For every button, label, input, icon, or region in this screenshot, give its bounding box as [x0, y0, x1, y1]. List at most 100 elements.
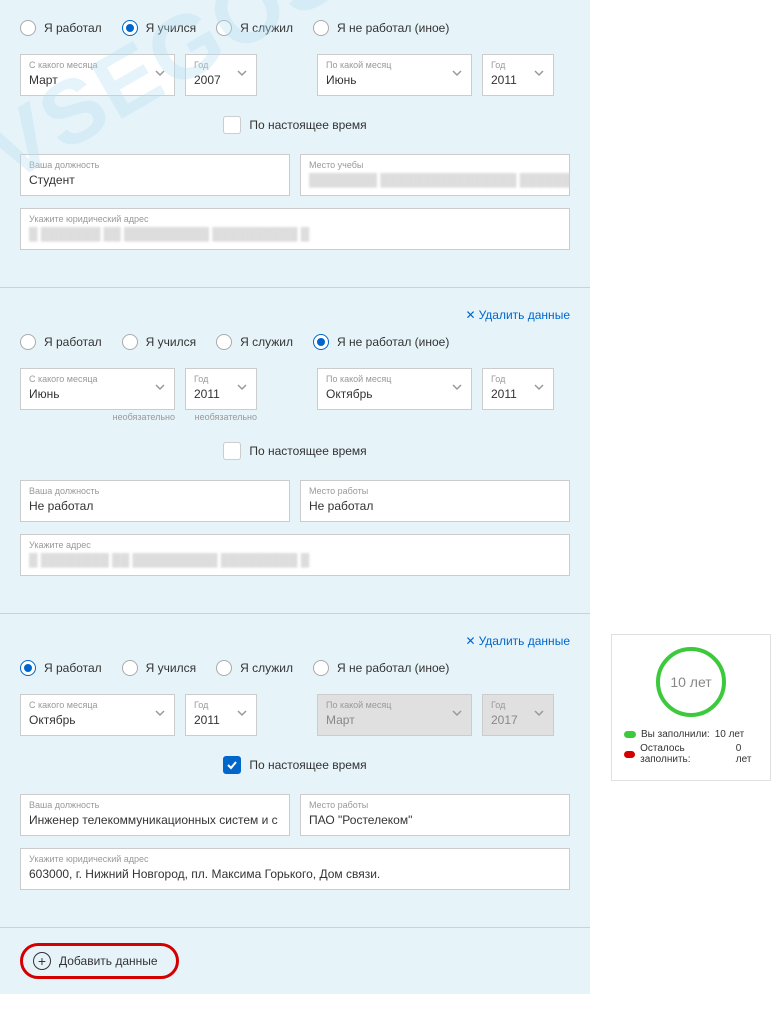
- field-label: Ваша должность: [29, 485, 281, 497]
- radio-label: Я не работал (иное): [337, 21, 449, 35]
- chevron-down-icon: [154, 380, 166, 398]
- field-value: ПАО "Ростелеком": [309, 813, 412, 827]
- select-label: По какой месяц: [326, 373, 463, 385]
- chevron-down-icon: [533, 706, 545, 724]
- close-icon: ✕: [466, 634, 476, 648]
- field-value: Не работал: [29, 499, 93, 513]
- legend-label: Вы заполнили:: [641, 729, 710, 740]
- from-year-select[interactable]: Год 2011: [185, 368, 257, 410]
- radio-studied[interactable]: Я учился: [122, 334, 196, 350]
- checkbox-icon: [223, 442, 241, 460]
- chevron-down-icon: [154, 706, 166, 724]
- position-field[interactable]: Ваша должность Инженер телекоммуникацион…: [20, 794, 290, 836]
- position-place-row: Ваша должность Студент Место учебы █████…: [20, 154, 570, 196]
- from-month-select[interactable]: С какого месяца Июнь: [20, 368, 175, 410]
- radio-not-worked[interactable]: Я не работал (иное): [313, 20, 449, 36]
- place-field[interactable]: Место работы Не работал: [300, 480, 570, 522]
- field-label: Ваша должность: [29, 159, 281, 171]
- add-label: Добавить данные: [59, 954, 158, 968]
- date-row: С какого месяца Март Год 2007 По какой м…: [20, 54, 570, 96]
- position-place-row: Ваша должность Не работал Место работы Н…: [20, 480, 570, 522]
- radio-studied[interactable]: Я учился: [122, 20, 196, 36]
- field-value: ████████ ████████████████ ████████████: [309, 173, 570, 187]
- radio-not-worked[interactable]: Я не работал (иное): [313, 660, 449, 676]
- radio-icon: [313, 660, 329, 676]
- from-year-select[interactable]: Год 2011: [185, 694, 257, 736]
- address-row: Укажите юридический адрес 603000, г. Ниж…: [20, 848, 570, 890]
- to-month-select: По какой месяц Март: [317, 694, 472, 736]
- to-month-select[interactable]: По какой месяц Октябрь: [317, 368, 472, 410]
- chevron-down-icon: [236, 706, 248, 724]
- select-label: С какого месяца: [29, 699, 166, 711]
- radio-label: Я учился: [146, 21, 196, 35]
- radio-worked[interactable]: Я работал: [20, 660, 102, 676]
- present-checkbox-row[interactable]: По настоящее время: [20, 116, 570, 134]
- radio-served[interactable]: Я служил: [216, 660, 293, 676]
- radio-not-worked[interactable]: Я не работал (иное): [313, 334, 449, 350]
- chevron-down-icon: [533, 380, 545, 398]
- place-field[interactable]: Место учебы ████████ ████████████████ ██…: [300, 154, 570, 196]
- checkbox-label: По настоящее время: [249, 444, 366, 458]
- address-row: Укажите адрес █ ████████ ██ ██████████ █…: [20, 534, 570, 576]
- delete-data-link[interactable]: ✕Удалить данные: [20, 308, 570, 322]
- radio-label: Я служил: [240, 21, 293, 35]
- checkbox-label: По настоящее время: [249, 118, 366, 132]
- legend-label: Осталось заполнить:: [640, 743, 731, 765]
- radio-worked[interactable]: Я работал: [20, 334, 102, 350]
- radio-served[interactable]: Я служил: [216, 20, 293, 36]
- radio-label: Я служил: [240, 335, 293, 349]
- legend-remaining: Осталось заполнить:0 лет: [624, 743, 758, 765]
- select-value: Июнь: [29, 387, 60, 401]
- place-field[interactable]: Место работы ПАО "Ростелеком": [300, 794, 570, 836]
- radio-icon: [122, 334, 138, 350]
- select-value: 2017: [491, 713, 518, 727]
- to-month-select[interactable]: По какой месяц Июнь: [317, 54, 472, 96]
- select-label: По какой месяц: [326, 59, 463, 71]
- date-row: С какого месяца Июнь необязательно Год 2…: [20, 368, 570, 422]
- address-field[interactable]: Укажите юридический адрес 603000, г. Ниж…: [20, 848, 570, 890]
- address-field[interactable]: Укажите юридический адрес █ ███████ ██ █…: [20, 208, 570, 250]
- radio-icon: [20, 334, 36, 350]
- delete-data-link[interactable]: ✕Удалить данные: [20, 634, 570, 648]
- to-year-select[interactable]: Год 2011: [482, 368, 554, 410]
- chevron-down-icon: [154, 66, 166, 84]
- to-year-select: Год 2017: [482, 694, 554, 736]
- radio-label: Я работал: [44, 21, 102, 35]
- radio-served[interactable]: Я служил: [216, 334, 293, 350]
- optional-hint: необязательно: [20, 412, 175, 422]
- radio-worked[interactable]: Я работал: [20, 20, 102, 36]
- delete-label: Удалить данные: [479, 634, 570, 648]
- field-value: █ ████████ ██ ██████████ █████████ █: [29, 553, 309, 567]
- radio-icon: [216, 334, 232, 350]
- chevron-down-icon: [451, 706, 463, 724]
- position-place-row: Ваша должность Инженер телекоммуникацион…: [20, 794, 570, 836]
- add-data-button[interactable]: + Добавить данные: [20, 943, 179, 979]
- from-month-select[interactable]: С какого месяца Март: [20, 54, 175, 96]
- select-value: 2011: [194, 387, 220, 401]
- select-value: Март: [326, 713, 355, 727]
- close-icon: ✕: [466, 308, 476, 322]
- select-label: По какой месяц: [326, 699, 463, 711]
- field-label: Укажите адрес: [29, 539, 561, 551]
- employment-section: ✕Удалить данные Я работал Я учился Я слу…: [0, 288, 590, 614]
- address-field[interactable]: Укажите адрес █ ████████ ██ ██████████ █…: [20, 534, 570, 576]
- radio-icon: [20, 20, 36, 36]
- select-value: 2011: [491, 387, 517, 401]
- from-month-select[interactable]: С какого месяца Октябрь: [20, 694, 175, 736]
- status-radio-group: Я работал Я учился Я служил Я не работал…: [20, 660, 570, 676]
- from-year-select[interactable]: Год 2007: [185, 54, 257, 96]
- to-year-select[interactable]: Год 2011: [482, 54, 554, 96]
- select-value: 2011: [194, 713, 220, 727]
- address-row: Укажите юридический адрес █ ███████ ██ █…: [20, 208, 570, 250]
- field-label: Ваша должность: [29, 799, 281, 811]
- present-checkbox-row[interactable]: По настоящее время: [20, 756, 570, 774]
- present-checkbox-row[interactable]: По настоящее время: [20, 442, 570, 460]
- radio-studied[interactable]: Я учился: [122, 660, 196, 676]
- position-field[interactable]: Ваша должность Студент: [20, 154, 290, 196]
- field-label: Место учебы: [309, 159, 561, 171]
- select-label: С какого месяца: [29, 59, 166, 71]
- position-field[interactable]: Ваша должность Не работал: [20, 480, 290, 522]
- radio-icon: [122, 660, 138, 676]
- plus-icon: +: [33, 952, 51, 970]
- optional-hint: необязательно: [185, 412, 257, 422]
